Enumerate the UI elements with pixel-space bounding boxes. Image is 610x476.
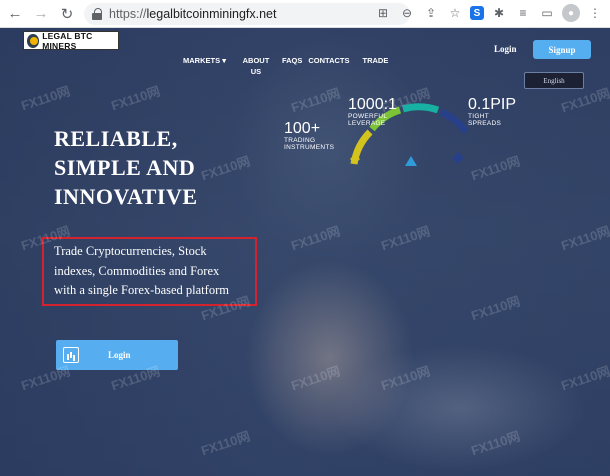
translate-icon[interactable]: ⊞ <box>374 4 392 22</box>
nav-about-us[interactable]: ABOUT US <box>242 55 270 77</box>
gauge-diamond-navy <box>452 152 464 164</box>
address-bar[interactable]: https:// legalbitcoinminingfx.net <box>84 3 410 25</box>
headline-line: INNOVATIVE <box>54 184 198 209</box>
headline-line: SIMPLE AND <box>54 155 196 180</box>
main-nav: MARKETS ▾ ABOUT US FAQS CONTACTS TRADE <box>183 55 402 77</box>
hero-headline: RELIABLE, SIMPLE AND INNOVATIVE <box>54 124 198 211</box>
stat-instruments: 100+ TRADING INSTRUMENTS <box>284 120 335 152</box>
forward-icon[interactable]: → <box>30 3 52 25</box>
nav-contacts[interactable]: CONTACTS <box>308 55 349 77</box>
nav-markets[interactable]: MARKETS ▾ <box>183 55 226 77</box>
chart-icon <box>63 347 79 363</box>
nav-faqs[interactable]: FAQS <box>282 55 302 77</box>
login-link[interactable]: Login <box>494 44 517 54</box>
reading-list-icon[interactable]: ≡ <box>514 4 532 22</box>
signup-button[interactable]: Signup <box>533 40 591 59</box>
share-icon[interactable]: ⇪ <box>422 4 440 22</box>
hero-login-button[interactable]: Login <box>56 340 178 370</box>
subtitle-line: with a single Forex-based platform <box>54 283 229 297</box>
sidebar-icon[interactable]: ▭ <box>538 4 556 22</box>
site-logo[interactable]: LEGAL BTC MINERS <box>23 30 119 51</box>
gauge-arc-navy <box>439 108 469 135</box>
hero-login-label: Login <box>108 350 131 360</box>
hero-subtitle: Trade Cryptocurrencies, Stock indexes, C… <box>54 242 256 301</box>
subtitle-line: indexes, Commodities and Forex <box>54 263 220 278</box>
headline-line: RELIABLE, <box>54 126 178 151</box>
language-select[interactable]: English <box>524 72 584 89</box>
url-host: legalbitcoinminingfx.net <box>146 7 277 21</box>
gauge-pointer <box>405 156 417 166</box>
stat-spreads: 0.1PIP TIGHT SPREADS <box>468 96 517 128</box>
nav-trade[interactable]: TRADE <box>362 55 388 77</box>
url-scheme: https:// <box>109 7 147 21</box>
stats-gauge: 100+ TRADING INSTRUMENTS 1000:1 POWERFUL… <box>270 88 520 178</box>
stat-leverage: 1000:1 POWERFUL LEVERAGE <box>348 96 397 128</box>
extension-s-icon[interactable]: S <box>470 6 484 20</box>
menu-kebab-icon[interactable]: ⋮ <box>586 4 604 22</box>
star-icon[interactable]: ☆ <box>446 4 464 22</box>
gauge-arc-teal <box>402 103 440 114</box>
extensions-icon[interactable]: ✱ <box>490 4 508 22</box>
browser-toolbar: ← → ↻ https:// legalbitcoinminingfx.net … <box>0 0 610 28</box>
back-icon[interactable]: ← <box>4 3 26 25</box>
subtitle-line: Trade Cryptocurrencies, Stock <box>54 244 207 258</box>
coin-icon <box>27 33 40 48</box>
profile-avatar-icon[interactable]: ● <box>562 4 580 22</box>
caret-down-icon: ▾ <box>222 56 226 65</box>
reload-icon[interactable]: ↻ <box>56 3 78 25</box>
lock-icon[interactable] <box>92 8 102 20</box>
zoom-icon[interactable]: ⊖ <box>398 4 416 22</box>
hero-section: LEGAL BTC MINERS MARKETS ▾ ABOUT US FAQS… <box>0 28 610 476</box>
logo-text: LEGAL BTC MINERS <box>42 30 93 51</box>
